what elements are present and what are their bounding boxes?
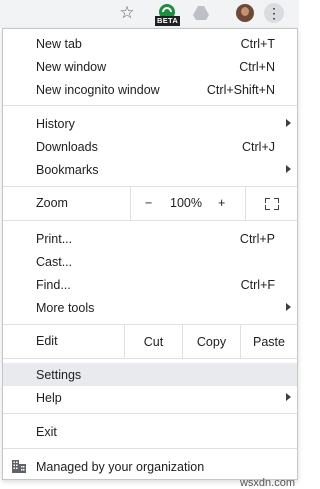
menu-item-label: Settings — [36, 367, 82, 382]
menu-item-more-tools[interactable]: More tools — [3, 296, 297, 319]
menu-item-find[interactable]: Find... Ctrl+F — [3, 273, 297, 296]
submenu-arrow-icon — [286, 303, 291, 311]
building-icon — [12, 460, 26, 473]
paste-button[interactable]: Paste — [240, 325, 297, 358]
menu-divider — [3, 105, 297, 106]
submenu-arrow-icon — [286, 165, 291, 173]
edit-label: Edit — [36, 334, 58, 348]
cut-button[interactable]: Cut — [124, 325, 182, 358]
menu-item-label: Find... — [36, 277, 71, 292]
star-icon[interactable]: ☆ — [117, 2, 137, 24]
zoom-level: 100% — [170, 196, 202, 210]
menu-item-label: History — [36, 116, 75, 131]
menu-item-downloads[interactable]: Downloads Ctrl+J — [3, 135, 297, 158]
zoom-out-button[interactable]: − — [145, 196, 152, 210]
profile-avatar-button[interactable] — [234, 2, 256, 24]
menu-item-label: Print... — [36, 231, 73, 246]
menu-item-label: Cast... — [36, 254, 73, 269]
menu-item-label: Bookmarks — [36, 162, 99, 177]
copy-button[interactable]: Copy — [182, 325, 240, 358]
menu-item-help[interactable]: Help — [3, 386, 297, 409]
menu-item-label: Downloads — [36, 139, 98, 154]
fullscreen-icon — [264, 197, 279, 210]
zoom-in-button[interactable]: + — [218, 196, 225, 210]
menu-divider — [3, 413, 297, 414]
chrome-main-menu: New tab Ctrl+T New window Ctrl+N New inc… — [2, 28, 298, 480]
menu-item-managed[interactable]: Managed by your organization — [3, 455, 297, 478]
kebab-menu-icon[interactable]: ⋮ — [264, 3, 284, 23]
beta-badge: BETA — [155, 16, 181, 26]
menu-item-history[interactable]: History — [3, 112, 297, 135]
menu-item-new-tab[interactable]: New tab Ctrl+T — [3, 32, 297, 55]
menu-item-label: New incognito window — [36, 82, 160, 97]
submenu-arrow-icon — [286, 119, 291, 127]
menu-item-shortcut: Ctrl+Shift+N — [206, 82, 275, 97]
menu-divider — [3, 220, 297, 221]
edit-row: Edit Cut Copy Paste — [3, 325, 297, 358]
watermark: wsxdn.com — [239, 477, 295, 489]
submenu-arrow-icon — [286, 393, 291, 401]
menu-item-shortcut: Ctrl+F — [240, 277, 275, 292]
zoom-label: Zoom — [36, 196, 68, 210]
zoom-row: Zoom − 100% + — [3, 187, 297, 220]
avatar — [236, 4, 254, 22]
zoom-controls: − 100% + — [130, 187, 246, 220]
menu-item-shortcut: Ctrl+T — [240, 36, 275, 51]
fullscreen-button[interactable] — [246, 187, 297, 220]
menu-item-label: More tools — [36, 300, 95, 315]
menu-item-label: New tab — [36, 36, 82, 51]
menu-divider — [3, 358, 297, 359]
menu-item-print[interactable]: Print... Ctrl+P — [3, 227, 297, 250]
menu-divider — [3, 448, 297, 449]
drive-icon[interactable] — [191, 2, 211, 24]
menu-item-shortcut: Ctrl+N — [239, 59, 275, 74]
menu-item-new-incognito-window[interactable]: New incognito window Ctrl+Shift+N — [3, 78, 297, 101]
drive-glyph-icon — [193, 6, 209, 20]
menu-item-label: New window — [36, 59, 107, 74]
menu-item-exit[interactable]: Exit — [3, 420, 297, 443]
menu-item-settings[interactable]: Settings — [3, 363, 297, 386]
menu-item-label: Exit — [36, 424, 57, 439]
menu-item-label: Managed by your organization — [36, 459, 205, 474]
menu-item-shortcut: Ctrl+P — [239, 231, 275, 246]
menu-item-shortcut: Ctrl+J — [242, 139, 275, 154]
menu-item-new-window[interactable]: New window Ctrl+N — [3, 55, 297, 78]
menu-item-bookmarks[interactable]: Bookmarks — [3, 158, 297, 181]
menu-item-label: Help — [36, 390, 62, 405]
browser-toolbar: ☆ BETA ⋮ — [0, 0, 299, 28]
menu-item-cast[interactable]: Cast... — [3, 250, 297, 273]
